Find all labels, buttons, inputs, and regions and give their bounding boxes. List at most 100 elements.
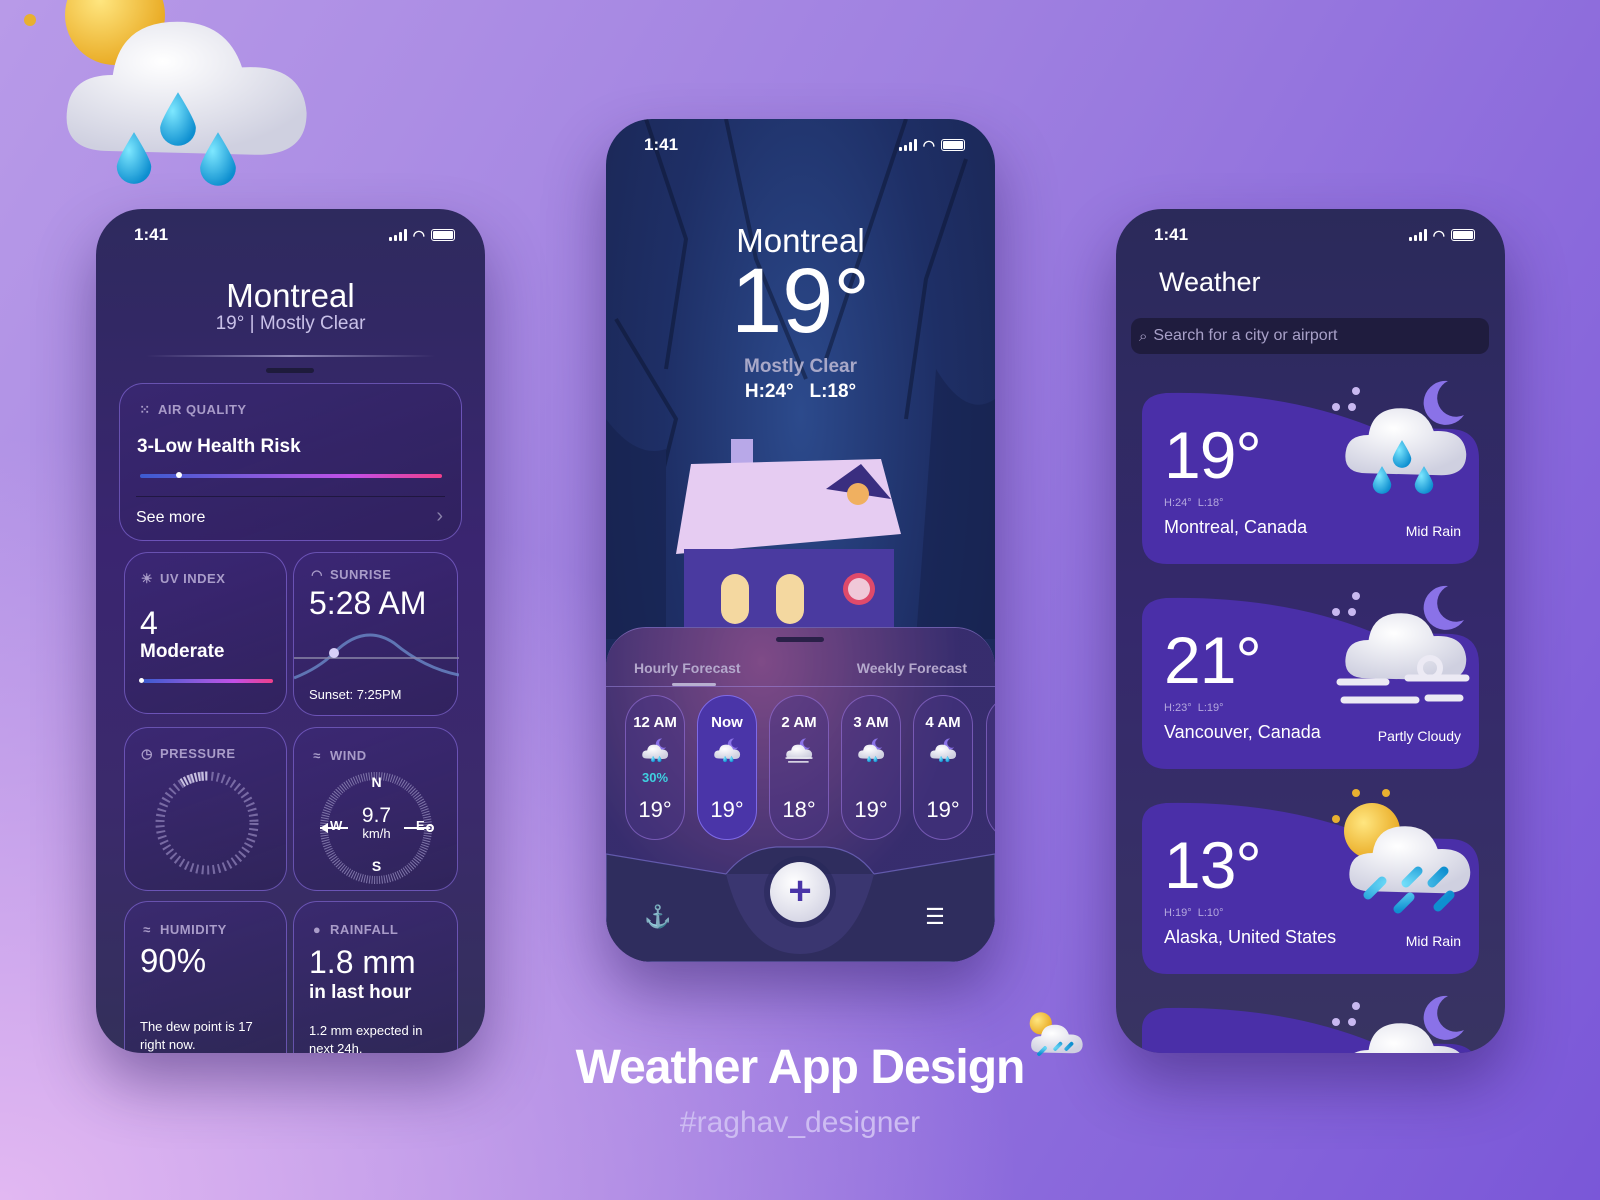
hour-temperature: 18° xyxy=(782,797,816,822)
city-high-low: H:24° L:18° xyxy=(1164,497,1224,509)
home-screen: 1:41 ◠ Montreal 19° Mostly Clear H:24° L… xyxy=(606,119,995,962)
search-icon: ⌕ xyxy=(1139,327,1148,345)
humidity-icon: ≈ xyxy=(143,921,151,937)
rainfall-value: 1.8 mm xyxy=(309,944,416,980)
page-title: Weather xyxy=(1159,267,1261,297)
wind-speed: 9.7 xyxy=(361,804,392,827)
hourly-item[interactable]: 2 AM 18° xyxy=(769,695,829,840)
footer-handle: #raghav_designer xyxy=(679,1106,921,1139)
pressure-label: PRESSURE xyxy=(160,746,236,761)
moon-cloud-rain-icon xyxy=(858,738,885,763)
uv-index-card[interactable]: ☀ UV INDEX 4 Moderate xyxy=(124,552,287,714)
air-quality-icon: ⁙ xyxy=(139,401,151,417)
sunrise-icon: ◠ xyxy=(311,566,323,582)
status-bar: 1:41 ◠ xyxy=(606,119,995,169)
hour-temperature: 19° xyxy=(854,797,888,822)
status-bar: 1:41 ◠ xyxy=(1116,209,1505,259)
hourly-item[interactable]: 12 AM 30% 19° xyxy=(625,695,685,840)
tab-weekly-forecast[interactable]: Weekly Forecast xyxy=(857,660,967,676)
add-city-button[interactable]: + xyxy=(770,862,830,922)
location-pin-button[interactable]: ⚓ xyxy=(644,904,672,932)
uv-desc: Moderate xyxy=(140,641,225,662)
air-quality-card[interactable]: ⁙ AIR QUALITY 3-Low Health Risk See more … xyxy=(119,383,462,541)
high-low-temps: H:24° L:18° xyxy=(744,381,857,402)
house-illustration xyxy=(676,439,901,639)
city-name: Alaska, United States xyxy=(1164,927,1337,947)
uv-label: UV INDEX xyxy=(160,571,226,586)
wifi-icon: ◠ xyxy=(412,227,425,243)
sunset-time: Sunset: 7:25PM xyxy=(309,687,402,702)
compass-s: S xyxy=(371,858,382,874)
hour-temperature: 19° xyxy=(926,797,960,822)
signal-icon xyxy=(1408,229,1427,241)
humidity-label: HUMIDITY xyxy=(160,922,227,937)
rain-chance: 30% xyxy=(641,770,669,785)
moon-cloud-wind-icon xyxy=(1332,585,1470,704)
rainfall-card[interactable]: ● RAINFALL 1.8 mm in last hour 1.2 mm exp… xyxy=(293,901,458,1053)
city-card[interactable]: 13° H:19° L:10° Alaska, United States Mi… xyxy=(1142,789,1479,974)
hour-time: 3 AM xyxy=(853,714,889,731)
gauge-icon: ◷ xyxy=(141,745,153,761)
air-quality-bar xyxy=(140,474,442,478)
pressure-card[interactable]: ◷ PRESSURE xyxy=(124,727,287,891)
uv-marker xyxy=(139,678,144,683)
uv-bar xyxy=(143,679,273,683)
dew-point-note: The dew point is 17 right now. xyxy=(140,1019,253,1052)
moon-cloud-rain-icon xyxy=(642,738,669,763)
moon-cloud-rain-icon xyxy=(1332,380,1467,494)
moon-cloud-icon xyxy=(1332,995,1467,1053)
sunrise-value: 5:28 AM xyxy=(309,585,427,621)
details-screen: 1:41 ◠ Montreal 19° | Mostly Clear ⁙ AIR … xyxy=(96,209,485,1053)
sunrise-card[interactable]: ◠ SUNRISE 5:28 AM Sunset: 7:25PM xyxy=(293,552,459,716)
wifi-icon: ◠ xyxy=(922,137,935,153)
uv-value: 4 xyxy=(140,605,158,641)
signal-icon xyxy=(898,139,917,151)
hourly-item-now[interactable]: Now 19° xyxy=(697,695,757,840)
footer-title: Weather App Design xyxy=(575,1041,1026,1094)
compass-n: N xyxy=(371,774,382,790)
divider xyxy=(146,355,435,357)
hourly-item-partial[interactable] xyxy=(986,695,995,840)
signal-icon xyxy=(388,229,407,241)
humidity-card[interactable]: ≈ HUMIDITY 90% The dew point is 17 right … xyxy=(124,901,287,1053)
city-list-button[interactable]: ☰ xyxy=(922,906,948,929)
raindrop-icon: ● xyxy=(312,921,322,937)
sheet-handle[interactable] xyxy=(266,368,314,373)
tab-hourly-forecast[interactable]: Hourly Forecast xyxy=(634,660,741,676)
hour-temperature: 19° xyxy=(710,797,744,822)
wind-label: WIND xyxy=(330,748,367,763)
city-title: Montreal xyxy=(226,277,355,314)
city-high-low: H:23° L:19° xyxy=(1164,702,1224,714)
city-card[interactable]: 19° H:24° L:18° Montreal, Canada Mid Rai… xyxy=(1142,380,1479,564)
air-quality-value: 3-Low Health Risk xyxy=(137,436,301,457)
hourly-item[interactable]: 3 AM 19° xyxy=(841,695,901,840)
status-bar: 1:41 ◠ xyxy=(96,209,485,259)
wind-card[interactable]: ≈ WIND N S W E 9.7 km/h xyxy=(293,727,458,891)
sun-icon: ☀ xyxy=(140,570,154,586)
city-high-low: H:19° L:10° xyxy=(1164,907,1224,919)
city-card[interactable]: 21° H:23° L:19° Vancouver, Canada Partly… xyxy=(1142,585,1479,769)
hour-time: 2 AM xyxy=(781,714,817,731)
search-placeholder: Search for a city or airport xyxy=(1153,327,1338,344)
see-more-link[interactable]: See more xyxy=(136,509,205,527)
hour-time: 12 AM xyxy=(633,714,677,731)
city-condition: Mid Rain xyxy=(1405,523,1461,539)
wind-unit: km/h xyxy=(362,826,391,841)
city-name: Vancouver, Canada xyxy=(1164,722,1321,742)
current-temperature: 19° xyxy=(730,250,871,352)
battery-icon xyxy=(1451,229,1475,241)
sun-cloud-rain-icon xyxy=(1332,789,1471,914)
pressure-gauge xyxy=(155,771,259,875)
chevron-right-icon[interactable]: › xyxy=(436,505,443,528)
decorative-sun-cloud-rain-icon xyxy=(20,0,320,200)
hourly-item[interactable]: 4 AM 19° xyxy=(913,695,973,840)
city-name: Montreal, Canada xyxy=(1164,517,1308,537)
search-input[interactable]: ⌕ Search for a city or airport xyxy=(1131,318,1489,354)
city-temperature: 21° xyxy=(1164,623,1262,697)
status-time: 1:41 xyxy=(644,135,679,154)
air-quality-label: AIR QUALITY xyxy=(158,402,247,417)
wind-icon: ≈ xyxy=(313,747,321,763)
city-condition: Mid Rain xyxy=(1405,933,1461,949)
moon-cloud-rain-icon xyxy=(714,738,741,763)
sheet-handle[interactable] xyxy=(776,637,824,642)
